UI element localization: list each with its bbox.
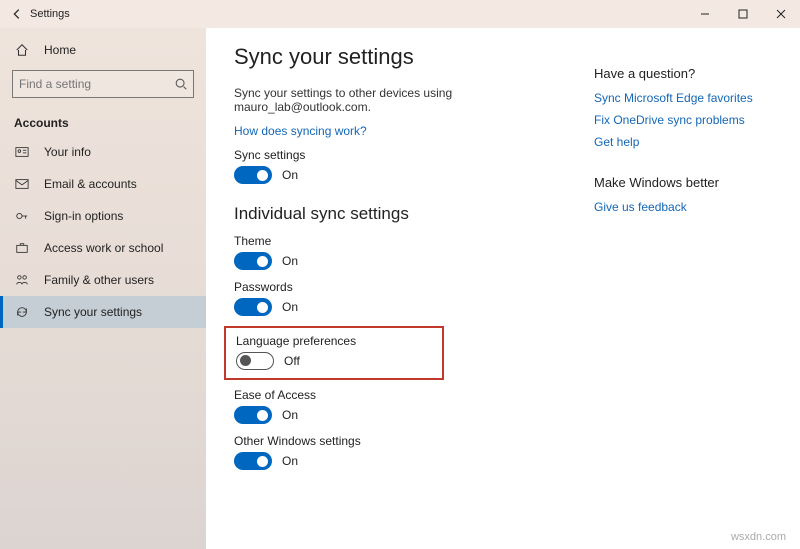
window-title: Settings (30, 8, 70, 20)
other-label: Other Windows settings (234, 434, 584, 448)
page-description: Sync your settings to other devices usin… (234, 86, 584, 114)
sidebar-item-work[interactable]: Access work or school (0, 232, 206, 264)
main-panel: Sync your settings Sync your settings to… (234, 38, 584, 549)
sidebar-item-sync[interactable]: Sync your settings (0, 296, 206, 328)
watermark: wsxdn.com (731, 531, 786, 543)
language-label: Language preferences (236, 334, 432, 348)
close-button[interactable] (762, 0, 800, 28)
key-icon (14, 208, 30, 224)
link-sync-edge[interactable]: Sync Microsoft Edge favorites (594, 91, 772, 105)
toggle-state: On (282, 408, 298, 422)
theme-label: Theme (234, 234, 584, 248)
minimize-button[interactable] (686, 0, 724, 28)
link-feedback[interactable]: Give us feedback (594, 200, 772, 214)
toggle-state: On (282, 300, 298, 314)
id-card-icon (14, 144, 30, 160)
passwords-toggle[interactable] (234, 298, 272, 316)
sidebar-item-label: Sign-in options (44, 209, 123, 223)
theme-toggle[interactable] (234, 252, 272, 270)
highlight-box: Language preferences Off (224, 326, 444, 380)
search-field[interactable] (19, 77, 174, 91)
toggle-state: On (282, 454, 298, 468)
people-icon (14, 272, 30, 288)
sync-settings-label: Sync settings (234, 148, 584, 162)
feedback-heading: Make Windows better (594, 175, 772, 190)
sidebar-item-label: Family & other users (44, 273, 154, 287)
sidebar-item-signin[interactable]: Sign-in options (0, 200, 206, 232)
nav-home[interactable]: Home (0, 34, 206, 66)
sync-icon (14, 304, 30, 320)
language-toggle[interactable] (236, 352, 274, 370)
titlebar: Settings (0, 0, 800, 28)
link-get-help[interactable]: Get help (594, 135, 772, 149)
sidebar-item-label: Your info (44, 145, 91, 159)
sidebar-section: Accounts (0, 108, 206, 136)
ease-label: Ease of Access (234, 388, 584, 402)
individual-heading: Individual sync settings (234, 204, 584, 224)
maximize-button[interactable] (724, 0, 762, 28)
question-heading: Have a question? (594, 66, 772, 81)
content: Sync your settings Sync your settings to… (206, 28, 800, 549)
home-icon (14, 42, 30, 58)
other-toggle[interactable] (234, 452, 272, 470)
sidebar-item-email[interactable]: Email & accounts (0, 168, 206, 200)
toggle-state: On (282, 254, 298, 268)
passwords-label: Passwords (234, 280, 584, 294)
toggle-state: On (282, 168, 298, 182)
toggle-state: Off (284, 354, 300, 368)
sync-settings-toggle[interactable] (234, 166, 272, 184)
aside: Have a question? Sync Microsoft Edge fav… (584, 38, 772, 549)
how-syncing-works-link[interactable]: How does syncing work? (234, 124, 584, 138)
page-title: Sync your settings (234, 44, 584, 70)
briefcase-icon (14, 240, 30, 256)
nav-home-label: Home (44, 43, 76, 57)
link-fix-onedrive[interactable]: Fix OneDrive sync problems (594, 113, 772, 127)
sidebar-item-family[interactable]: Family & other users (0, 264, 206, 296)
window-controls (686, 0, 800, 28)
search-input[interactable] (12, 70, 194, 98)
sidebar-item-label: Email & accounts (44, 177, 137, 191)
sidebar-item-label: Sync your settings (44, 305, 142, 319)
ease-toggle[interactable] (234, 406, 272, 424)
mail-icon (14, 176, 30, 192)
back-icon[interactable] (10, 7, 24, 21)
search-icon (174, 77, 188, 91)
sidebar-item-label: Access work or school (44, 241, 163, 255)
sidebar-item-your-info[interactable]: Your info (0, 136, 206, 168)
sidebar: Home Accounts Your info Email & accounts… (0, 28, 206, 549)
